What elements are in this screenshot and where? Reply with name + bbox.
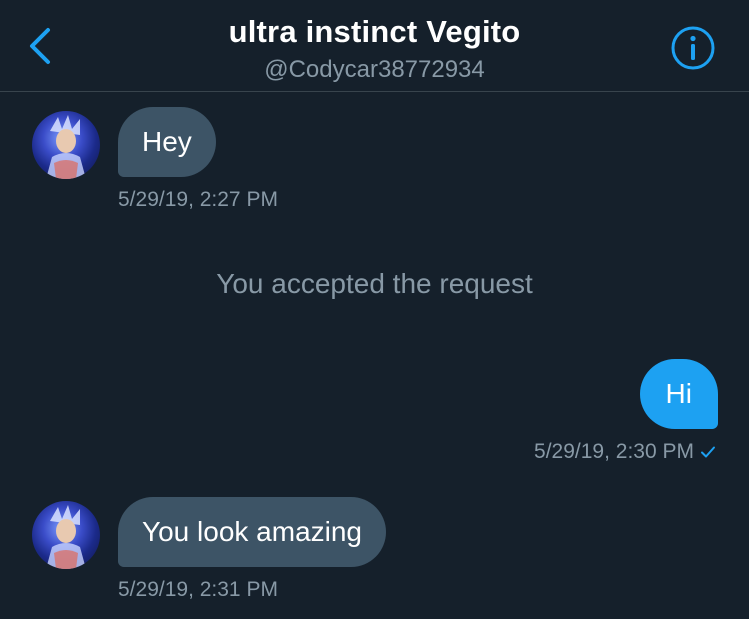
message-bubble-received[interactable]: Hey	[118, 107, 216, 177]
avatar[interactable]	[32, 111, 100, 179]
info-circle-icon	[671, 26, 715, 70]
checkmark-icon	[701, 446, 715, 458]
info-button[interactable]	[670, 25, 716, 71]
message-timestamp: 5/29/19, 2:30 PM	[534, 440, 694, 463]
request-accepted-notice: You accepted the request	[216, 268, 533, 299]
message-bubble-received[interactable]: You look amazing	[118, 497, 387, 567]
message-text: Hi	[665, 378, 692, 409]
conversation-header: ultra instinct Vegito @Codycar38772934	[0, 0, 749, 92]
message-timestamp: 5/29/19, 2:31 PM	[118, 578, 278, 601]
conversation-handle[interactable]: @Codycar38772934	[0, 56, 749, 84]
message-text: You look amazing	[142, 516, 363, 547]
message-text: Hey	[142, 126, 192, 157]
message-bubble-sent[interactable]: Hi	[639, 359, 718, 429]
message-timestamp: 5/29/19, 2:27 PM	[118, 188, 278, 211]
message-timestamp-row: 5/29/19, 2:30 PM	[534, 440, 716, 464]
avatar-image	[46, 115, 86, 179]
conversation-title[interactable]: ultra instinct Vegito	[0, 14, 749, 50]
avatar[interactable]	[32, 501, 100, 569]
avatar-image	[46, 505, 86, 569]
dm-conversation-screen: ultra instinct Vegito @Codycar38772934 H…	[0, 0, 749, 619]
